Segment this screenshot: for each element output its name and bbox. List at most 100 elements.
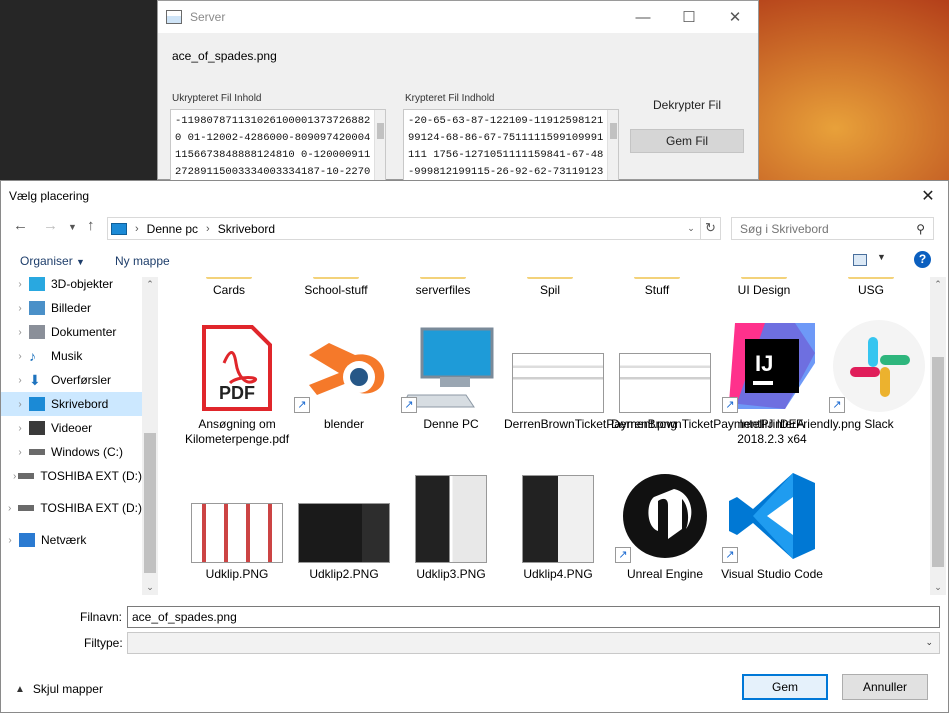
forward-arrow-icon[interactable]: → xyxy=(43,217,58,234)
file-item[interactable]: DerrenBrownTicketPaymentPrinterFriendly.… xyxy=(611,317,861,432)
shortcut-arrow-icon: ↗ xyxy=(829,397,845,413)
file-item[interactable]: Udklip3.PNG xyxy=(397,467,505,582)
nav-item[interactable]: › Videoer xyxy=(1,416,142,440)
nav-item-label: Windows (C:) xyxy=(51,445,124,459)
file-item[interactable]: PDF Ansøgning om Kilometerpenge.pdf xyxy=(183,317,291,447)
file-item[interactable]: IJ ↗ IntelliJ IDEA 2018.2.3 x64 xyxy=(718,317,826,447)
expand-chevron-icon[interactable]: › xyxy=(1,503,18,514)
nav-item[interactable]: › TOSHIBA EXT (D:) xyxy=(1,464,142,488)
scrollbar-thumb[interactable] xyxy=(144,433,156,573)
scrollbar-thumb[interactable] xyxy=(932,357,944,567)
navigation-scrollbar[interactable]: ⌃ ⌄ xyxy=(142,277,158,595)
folder-name: serverfiles xyxy=(415,283,471,297)
folder-item[interactable]: USG xyxy=(817,277,925,298)
nav-item[interactable]: › Netværk xyxy=(1,528,142,552)
up-arrow-icon[interactable]: ↑ xyxy=(87,217,95,234)
view-options-icon[interactable] xyxy=(853,254,867,266)
file-name: Slack xyxy=(864,417,894,431)
cancel-button[interactable]: Annuller xyxy=(842,674,928,700)
folder-name: UI Design xyxy=(737,283,791,297)
address-bar[interactable]: › Denne pc › Skrivebord ⌄ ↻ xyxy=(107,217,721,240)
expand-chevron-icon[interactable]: › xyxy=(11,423,29,434)
scroll-up-icon[interactable]: ⌃ xyxy=(142,279,158,290)
folder-item[interactable]: serverfiles xyxy=(389,277,497,298)
folder-item[interactable]: Spil xyxy=(496,277,604,298)
expand-chevron-icon[interactable]: › xyxy=(11,399,29,410)
search-icon[interactable]: ⚲ xyxy=(916,222,925,236)
unencrypted-label: Ukrypteret Fil Inhold xyxy=(172,93,262,104)
expand-chevron-icon[interactable]: › xyxy=(11,447,29,458)
filename-label: Filnavn: xyxy=(80,610,123,624)
scroll-down-icon[interactable]: ⌄ xyxy=(930,582,946,593)
unencrypted-textbox[interactable]: -1198078711310261000013737268820 01-1200… xyxy=(170,109,386,181)
close-icon[interactable]: ✕ xyxy=(908,186,948,206)
unencrypted-scrollbar[interactable] xyxy=(374,110,385,181)
expand-chevron-icon[interactable]: › xyxy=(11,279,29,290)
nav-item[interactable]: › Windows (C:) xyxy=(1,440,142,464)
expand-chevron-icon[interactable]: › xyxy=(11,375,29,386)
new-folder-button[interactable]: Ny mappe xyxy=(115,254,170,268)
screenshot-thumb-icon xyxy=(504,467,612,563)
file-item[interactable]: ↗ blender xyxy=(290,317,398,432)
folder-item[interactable]: Cards xyxy=(175,277,283,298)
dialog-titlebar[interactable]: Vælg placering ✕ xyxy=(1,181,948,211)
recent-locations-chevron-icon[interactable]: ▼ xyxy=(68,222,77,232)
computer-icon: ↗ xyxy=(397,317,505,413)
organize-label: Organiser xyxy=(20,254,73,268)
view-dropdown-icon[interactable]: ▼ xyxy=(877,252,886,262)
filetype-select[interactable]: ⌄ xyxy=(127,632,940,654)
folder-item[interactable]: UI Design xyxy=(710,277,818,298)
breadcrumb-separator-icon[interactable]: › xyxy=(206,223,210,235)
nav-item[interactable]: › Skrivebord xyxy=(1,392,142,416)
slack-icon: ↗ xyxy=(825,317,930,413)
file-item[interactable]: ↗ Slack xyxy=(825,317,930,432)
refresh-icon[interactable]: ↻ xyxy=(700,218,720,239)
expand-chevron-icon[interactable]: › xyxy=(11,351,29,362)
help-icon[interactable]: ? xyxy=(914,251,931,268)
screenshot-thumb-icon xyxy=(504,317,612,413)
nav-item[interactable]: › ♪ Musik xyxy=(1,344,142,368)
nav-item[interactable]: › 3D-objekter xyxy=(1,277,142,296)
scroll-down-icon[interactable]: ⌄ xyxy=(142,582,158,593)
file-scrollbar[interactable]: ⌃ ⌄ xyxy=(930,277,946,595)
folder-item[interactable]: Stuff xyxy=(603,277,711,298)
file-item[interactable]: DerrenBrownTicketPayment.png xyxy=(504,317,677,432)
file-item[interactable]: ↗ Visual Studio Code xyxy=(718,467,826,582)
save-button[interactable]: Gem xyxy=(742,674,828,700)
file-item[interactable]: Udklip.PNG xyxy=(183,467,291,582)
desktop-icon xyxy=(29,397,45,411)
encrypted-scrollbar[interactable] xyxy=(607,110,618,181)
search-input[interactable] xyxy=(740,221,910,236)
encrypted-textbox[interactable]: -20-65-63-87-122109-1191259812199124-68-… xyxy=(403,109,619,181)
maximize-icon[interactable]: ☐ xyxy=(666,1,712,33)
nav-item[interactable]: › ⬇ Overførsler xyxy=(1,368,142,392)
breadcrumb-desktop[interactable]: Skrivebord xyxy=(218,222,275,236)
decrypt-button[interactable]: Dekrypter Fil xyxy=(630,93,744,117)
nav-item[interactable]: › Billeder xyxy=(1,296,142,320)
close-icon[interactable]: ✕ xyxy=(712,1,758,33)
save-file-button[interactable]: Gem Fil xyxy=(630,129,744,153)
expand-chevron-icon[interactable]: › xyxy=(11,327,29,338)
filename-input[interactable] xyxy=(127,606,940,628)
file-item[interactable]: Udklip2.PNG xyxy=(290,467,398,582)
file-item[interactable]: Udklip4.PNG xyxy=(504,467,612,582)
folder-item[interactable]: School-stuff xyxy=(282,277,390,298)
organize-menu[interactable]: Organiser ▼ xyxy=(20,254,85,268)
search-box[interactable]: ⚲ xyxy=(731,217,934,240)
file-item[interactable]: ↗ Unreal Engine xyxy=(611,467,719,582)
file-item[interactable]: ↗ Denne PC xyxy=(397,317,505,432)
film-icon xyxy=(29,421,45,435)
address-dropdown-icon[interactable]: ⌄ xyxy=(682,223,700,234)
expand-chevron-icon[interactable]: › xyxy=(1,535,19,546)
hide-folders-toggle[interactable]: ▲ Skjul mapper xyxy=(15,682,103,696)
back-arrow-icon[interactable]: ← xyxy=(13,217,28,234)
nav-item[interactable]: › Dokumenter xyxy=(1,320,142,344)
server-titlebar[interactable]: Server — ☐ ✕ xyxy=(158,1,758,33)
expand-chevron-icon[interactable]: › xyxy=(11,471,18,482)
minimize-icon[interactable]: — xyxy=(620,1,666,33)
breadcrumb-this-pc[interactable]: Denne pc xyxy=(147,222,198,236)
nav-item[interactable]: › TOSHIBA EXT (D:) xyxy=(1,496,142,520)
breadcrumb-separator-icon[interactable]: › xyxy=(135,223,139,235)
expand-chevron-icon[interactable]: › xyxy=(11,303,29,314)
scroll-up-icon[interactable]: ⌃ xyxy=(930,279,946,290)
